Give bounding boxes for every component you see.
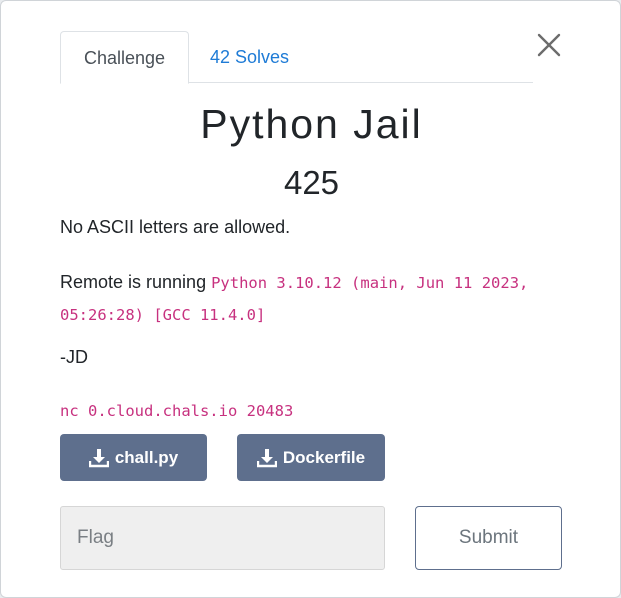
download-challpy-label: chall.py (114, 447, 179, 467)
challenge-modal: Challenge 42 Solves Python Jail 425 No A… (0, 0, 621, 598)
author-signature: -JD (60, 347, 88, 367)
download-challpy-button[interactable]: chall.py (60, 434, 207, 481)
download-dockerfile-label: Dockerfile (282, 447, 366, 467)
challenge-points: 425 (283, 164, 340, 201)
description-runtime: Remote is running Python 3.10.12 (main, … (60, 267, 560, 331)
close-icon[interactable] (533, 31, 563, 61)
close-button[interactable] (533, 31, 563, 61)
tab-challenge[interactable]: Challenge (60, 31, 189, 84)
runtime-prefix: Remote is running (60, 272, 212, 292)
challenge-title: Python Jail (200, 101, 423, 147)
download-icon (88, 448, 109, 467)
download-icon (256, 448, 277, 467)
connection-code: nc 0.cloud.chals.io 20483 (60, 402, 294, 420)
connection-line: nc 0.cloud.chals.io 20483 (60, 400, 293, 421)
flag-input[interactable] (60, 506, 385, 570)
tab-solves[interactable]: 42 Solves (210, 31, 294, 83)
description-line: No ASCII letters are allowed. (60, 217, 291, 237)
submit-button[interactable]: Submit (415, 506, 562, 570)
tab-bar: Challenge 42 Solves (60, 31, 533, 84)
download-dockerfile-button[interactable]: Dockerfile (237, 434, 385, 481)
